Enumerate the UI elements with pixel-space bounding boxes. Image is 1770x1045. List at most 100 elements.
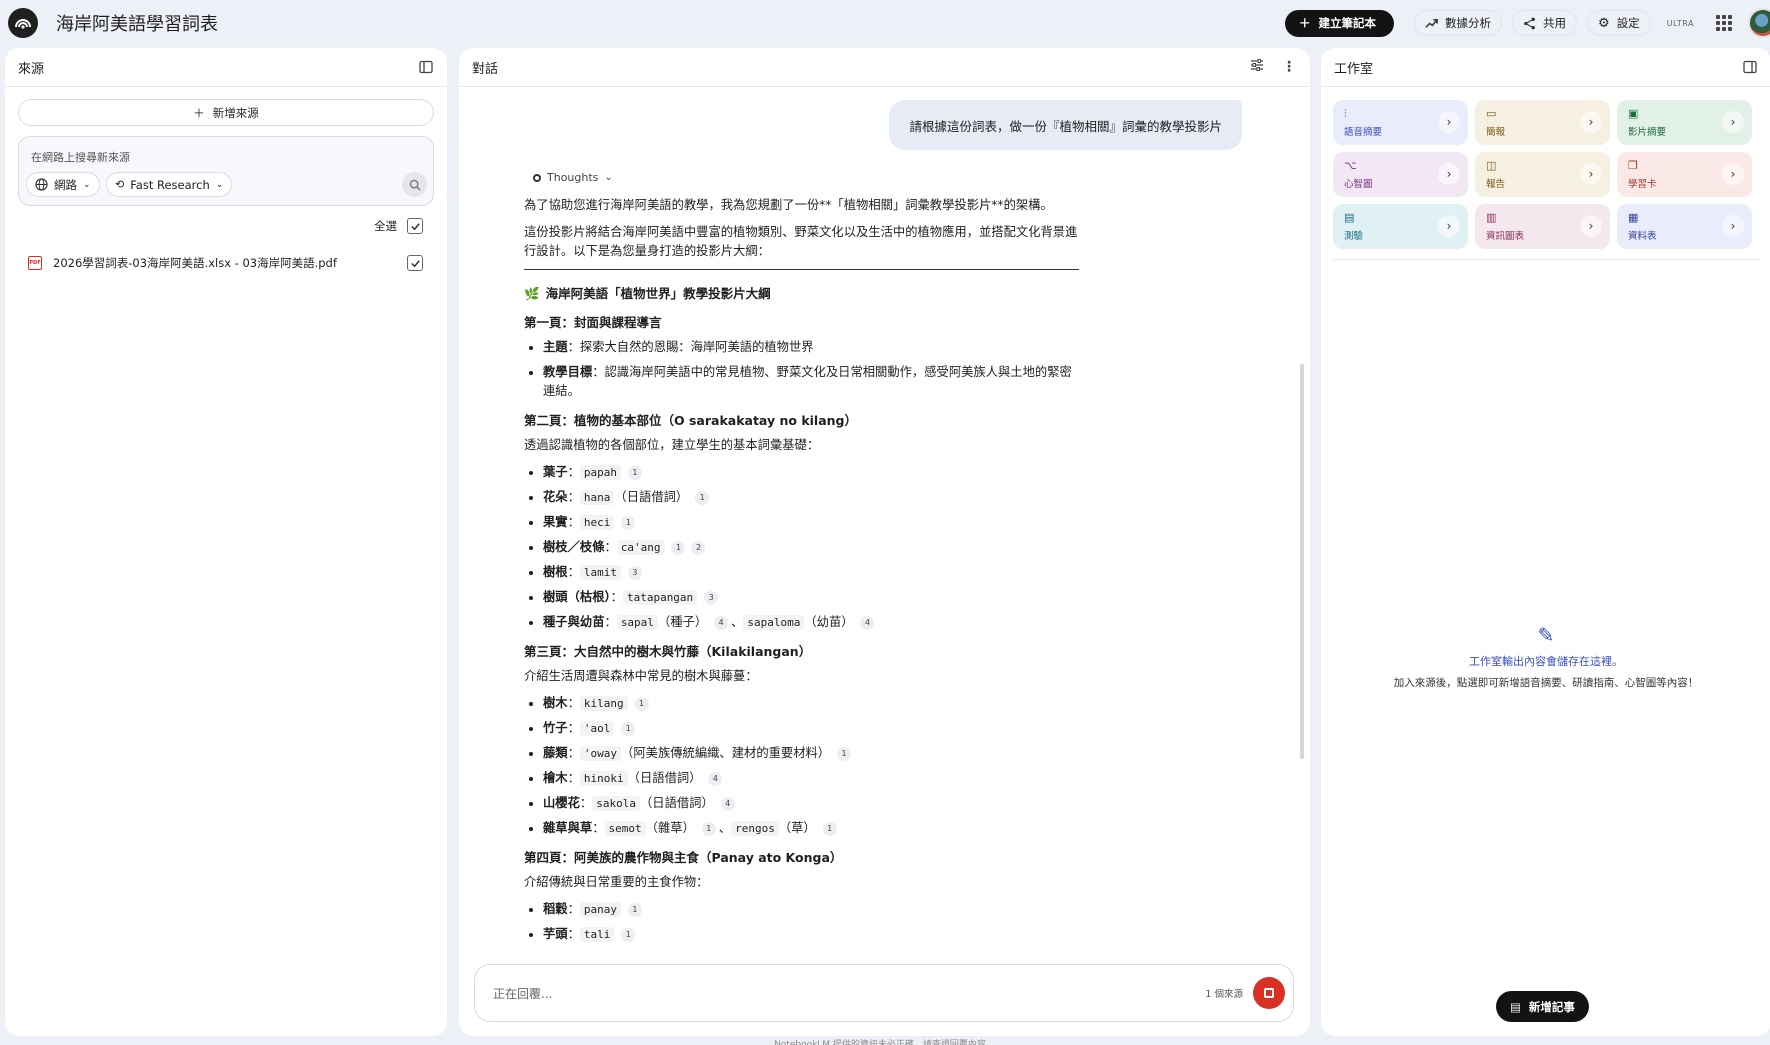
citation-chip[interactable]: 3: [704, 590, 719, 605]
slide-3-list: 樹木：kilang 1 竹子：'aol 1 藤類：'oway（阿美族傳統編織、建…: [524, 694, 1079, 838]
search-input[interactable]: 在網路上搜尋新來源: [31, 149, 130, 165]
citation-chip[interactable]: 1: [621, 515, 636, 530]
slide-2-heading: 第二頁：植物的基本部位（O sarakakatay no kilang）: [524, 413, 857, 428]
select-all-checkbox[interactable]: [407, 218, 423, 234]
chevron-down-icon: ⌄: [215, 179, 224, 190]
quiz-icon: ▤: [1344, 211, 1355, 224]
citation-chip[interactable]: 1: [621, 721, 636, 736]
citation-chip[interactable]: 4: [720, 796, 735, 811]
plus-icon: ＋: [193, 105, 205, 120]
slide-1-list: 主題：探索大自然的恩賜：海岸阿美語的植物世界 教學目標：認識海岸阿美語中的常見植…: [524, 338, 1079, 401]
share-button[interactable]: 共用: [1512, 10, 1578, 36]
app-logo[interactable]: [8, 8, 38, 38]
chevron-right-icon[interactable]: ›: [1438, 111, 1460, 133]
tune-icon[interactable]: [1250, 58, 1264, 76]
collapse-panel-icon[interactable]: [419, 60, 433, 74]
tile-audio-overview[interactable]: ⫶ 語音摘要 ›: [1333, 100, 1468, 145]
list-item: 種子與幼苗：sapal（種子） 4、sapaloma（幼苗） 4: [543, 613, 1079, 632]
share-label: 共用: [1543, 16, 1567, 30]
tile-mindmap[interactable]: ⌥ 心智圖 ›: [1333, 152, 1468, 197]
studio-title: 工作室: [1334, 61, 1374, 77]
magic-wand-icon: ✎: [1537, 623, 1555, 647]
sprout-icon: 🌿: [524, 286, 540, 301]
web-source-dropdown[interactable]: 網路 ⌄: [26, 172, 100, 197]
avatar[interactable]: [1748, 8, 1770, 38]
thoughts-toggle[interactable]: Thoughts ⌄: [533, 171, 613, 184]
citation-chip[interactable]: 4: [860, 615, 875, 630]
tile-video-overview[interactable]: ▣ 影片摘要 ›: [1617, 100, 1752, 145]
apps-grid-icon[interactable]: [1716, 15, 1732, 31]
add-source-label: 新增來源: [212, 105, 259, 120]
divider: [524, 269, 1079, 270]
chat-messages[interactable]: 請根據這份詞表，做一份『植物相關』詞彙的教學投影片 Thoughts ⌄ 為了協…: [459, 88, 1310, 993]
list-item: 葉子：papah 1: [543, 463, 1079, 482]
citation-chip[interactable]: 4: [708, 771, 723, 786]
tile-quiz[interactable]: ▤ 測驗 ›: [1333, 204, 1468, 249]
more-vert-icon[interactable]: ⋮: [1282, 59, 1296, 75]
citation-chip[interactable]: 3: [627, 565, 642, 580]
plan-badge: ULTRA: [1666, 18, 1694, 28]
tile-flashcards[interactable]: ❐ 學習卡 ›: [1617, 152, 1752, 197]
divider: [1333, 259, 1759, 260]
audio-icon: ⫶: [1344, 107, 1347, 120]
source-item[interactable]: PDF 2026學習詞表-03海岸阿美語.xlsx - 03海岸阿美語.pdf: [28, 255, 423, 271]
chevron-right-icon[interactable]: ›: [1438, 163, 1460, 185]
chat-input-box[interactable]: 正在回覆... 1 個來源: [474, 964, 1294, 1022]
chevron-right-icon[interactable]: ›: [1580, 111, 1602, 133]
citation-chip[interactable]: 1: [634, 696, 649, 711]
trending-icon: [1425, 18, 1438, 28]
citation-chip[interactable]: 1: [701, 821, 716, 836]
citation-chip[interactable]: 2: [691, 540, 706, 555]
chat-input[interactable]: 正在回覆...: [493, 985, 1205, 1002]
notebook-title[interactable]: 海岸阿美語學習詞表: [56, 10, 218, 36]
analytics-label: 數據分析: [1445, 16, 1492, 30]
citation-chip[interactable]: 1: [837, 746, 852, 761]
disclaimer: NotebookLM 提供的資訊未必正確，請查證回覆內容。: [774, 1040, 995, 1045]
create-notebook-button[interactable]: ＋ 建立筆記本: [1285, 9, 1395, 37]
check-icon: [410, 222, 420, 230]
report-icon: ◫: [1486, 159, 1497, 172]
tile-slides[interactable]: ▭ 簡報 ›: [1475, 100, 1610, 145]
select-all-label: 全選: [374, 219, 397, 233]
source-search-box[interactable]: 在網路上搜尋新來源 網路 ⌄ ⟲ Fast Research ⌄: [18, 136, 434, 206]
citation-chip[interactable]: 1: [671, 540, 686, 555]
search-submit-button[interactable]: [402, 172, 427, 197]
citation-chip[interactable]: 1: [627, 465, 642, 480]
settings-button[interactable]: ⚙ 設定: [1587, 10, 1651, 36]
chevron-right-icon[interactable]: ›: [1722, 215, 1744, 237]
chevron-right-icon[interactable]: ›: [1580, 163, 1602, 185]
chevron-right-icon[interactable]: ›: [1580, 215, 1602, 237]
add-note-button[interactable]: ▤ 新增記事: [1496, 991, 1589, 1022]
select-all-row[interactable]: 全選: [374, 218, 423, 234]
infographic-icon: ▥: [1486, 211, 1497, 224]
stop-button[interactable]: [1253, 977, 1285, 1009]
citation-chip[interactable]: 1: [695, 490, 710, 505]
chat-scrollbar[interactable]: [1300, 364, 1304, 759]
tile-infographic[interactable]: ▥ 資訊圖表 ›: [1475, 204, 1610, 249]
tile-report[interactable]: ◫ 報告 ›: [1475, 152, 1610, 197]
research-chip-label: Fast Research: [130, 177, 210, 192]
add-source-button[interactable]: ＋ 新增來源: [18, 99, 434, 126]
collapse-panel-icon[interactable]: [1743, 60, 1757, 74]
empty-title: 工作室輸出內容會儲存在這裡。: [1469, 655, 1623, 668]
flashcard-icon: ❐: [1628, 159, 1638, 172]
chevron-right-icon[interactable]: ›: [1722, 163, 1744, 185]
list-item: 樹頭（枯根）：tatapangan 3: [543, 588, 1079, 607]
studio-tiles: ⫶ 語音摘要 › ▭ 簡報 › ▣ 影片摘要 › ⌥ 心智圖 › ◫ 報告 › ❐ 學習卡 › ▤ 測驗 ›…: [1333, 100, 1752, 249]
analytics-button[interactable]: 數據分析: [1414, 10, 1503, 36]
sparkle-search-icon: ⟲: [115, 178, 125, 191]
citation-chip[interactable]: 1: [822, 821, 837, 836]
source-checkbox[interactable]: [407, 255, 423, 271]
citation-chip[interactable]: 4: [714, 615, 729, 630]
chevron-down-icon: ⌄: [83, 179, 91, 190]
sources-panel: 來源 ＋ 新增來源 在網路上搜尋新來源 網路 ⌄ ⟲ Fast Research…: [5, 48, 447, 1036]
studio-panel: 工作室 ⫶ 語音摘要 › ▭ 簡報 › ▣ 影片摘要 › ⌥ 心智圖 › ◫ 報告 › ❐ 學習卡 › …: [1321, 48, 1770, 1036]
citation-chip[interactable]: 1: [627, 902, 642, 917]
chevron-right-icon[interactable]: ›: [1438, 215, 1460, 237]
citation-chip[interactable]: 1: [621, 927, 636, 942]
studio-empty-state: ✎ 工作室輸出內容會儲存在這裡。 加入來源後，點選即可新增語音摘要、研讀指南、心…: [1321, 623, 1770, 690]
chevron-right-icon[interactable]: ›: [1722, 111, 1744, 133]
research-mode-dropdown[interactable]: ⟲ Fast Research ⌄: [106, 172, 233, 197]
tile-datatable[interactable]: ▦ 資料表 ›: [1617, 204, 1752, 249]
slide-4-list: 稻穀：panay 1 芋頭：tali 1: [524, 900, 1079, 944]
